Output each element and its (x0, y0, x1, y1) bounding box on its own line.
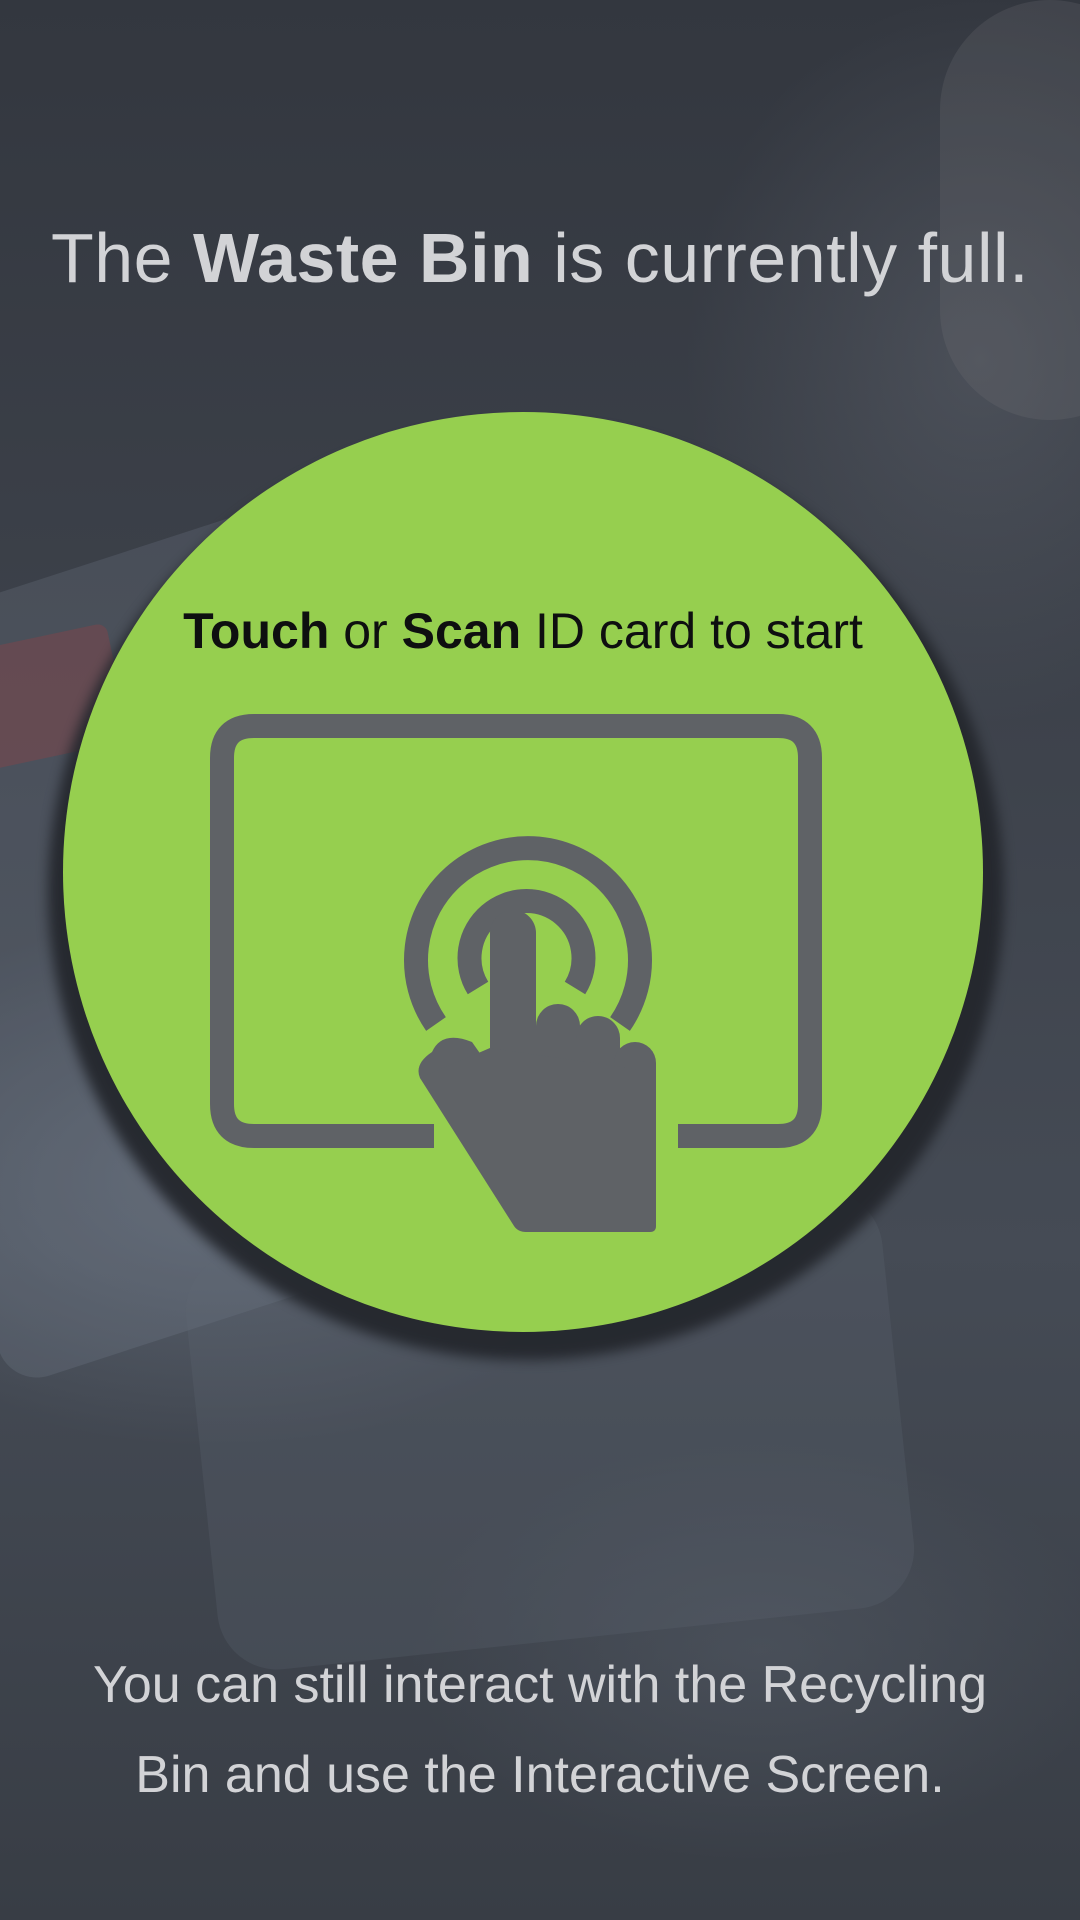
status-headline: The Waste Bin is currently full. (0, 218, 1080, 298)
headline-prefix: The (50, 219, 194, 297)
touch-screen-icon[interactable] (210, 712, 830, 1242)
start-prompt[interactable]: Touch or Scan ID card to start (63, 602, 983, 660)
footer-line-1: You can still interact with the Recyclin… (92, 1656, 988, 1714)
prompt-or: or (329, 603, 402, 659)
footer-line-2: Bin and use the Interactive Screen. (135, 1746, 945, 1804)
headline-suffix: is currently full. (533, 219, 1030, 297)
headline-emphasis: Waste Bin (193, 219, 534, 297)
prompt-touch: Touch (183, 603, 330, 659)
footer-message: You can still interact with the Recyclin… (40, 1640, 1040, 1820)
prompt-scan: Scan (401, 603, 522, 659)
prompt-rest: ID card to start (521, 603, 863, 659)
background-person-shape (940, 0, 1080, 420)
hand-pointer (418, 910, 656, 1232)
